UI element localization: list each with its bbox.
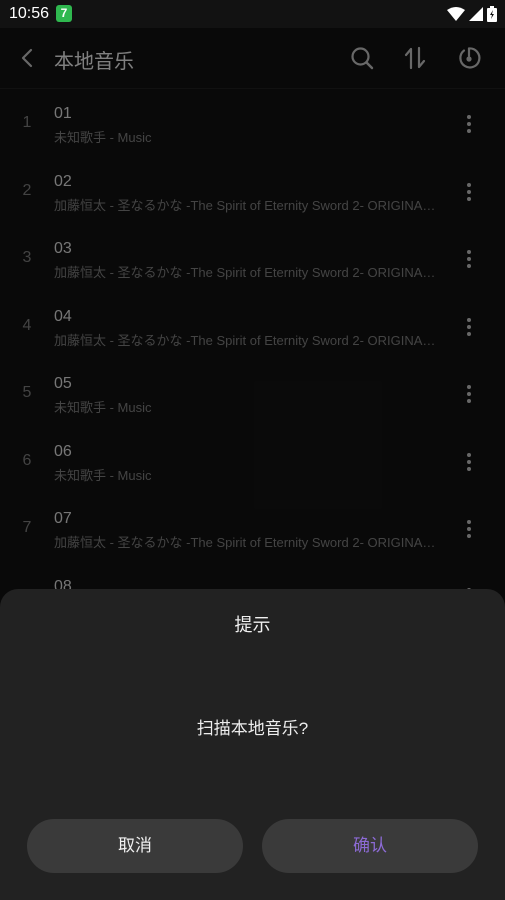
status-time: 10:56: [9, 5, 50, 22]
notification-badge-icon: 7: [56, 5, 72, 22]
dialog-title: 提示: [234, 615, 271, 635]
cancel-button[interactable]: 取消: [27, 819, 243, 873]
status-bar: 10:56 7: [0, 0, 505, 28]
dialog-message: 扫描本地音乐?: [196, 719, 309, 738]
confirm-dialog: 提示 扫描本地音乐? 取消 确认: [0, 589, 505, 900]
signal-icon: [469, 7, 483, 21]
wifi-icon: [447, 7, 465, 21]
battery-icon: [487, 6, 497, 22]
confirm-button[interactable]: 确认: [262, 819, 478, 873]
status-icons: [447, 6, 497, 22]
